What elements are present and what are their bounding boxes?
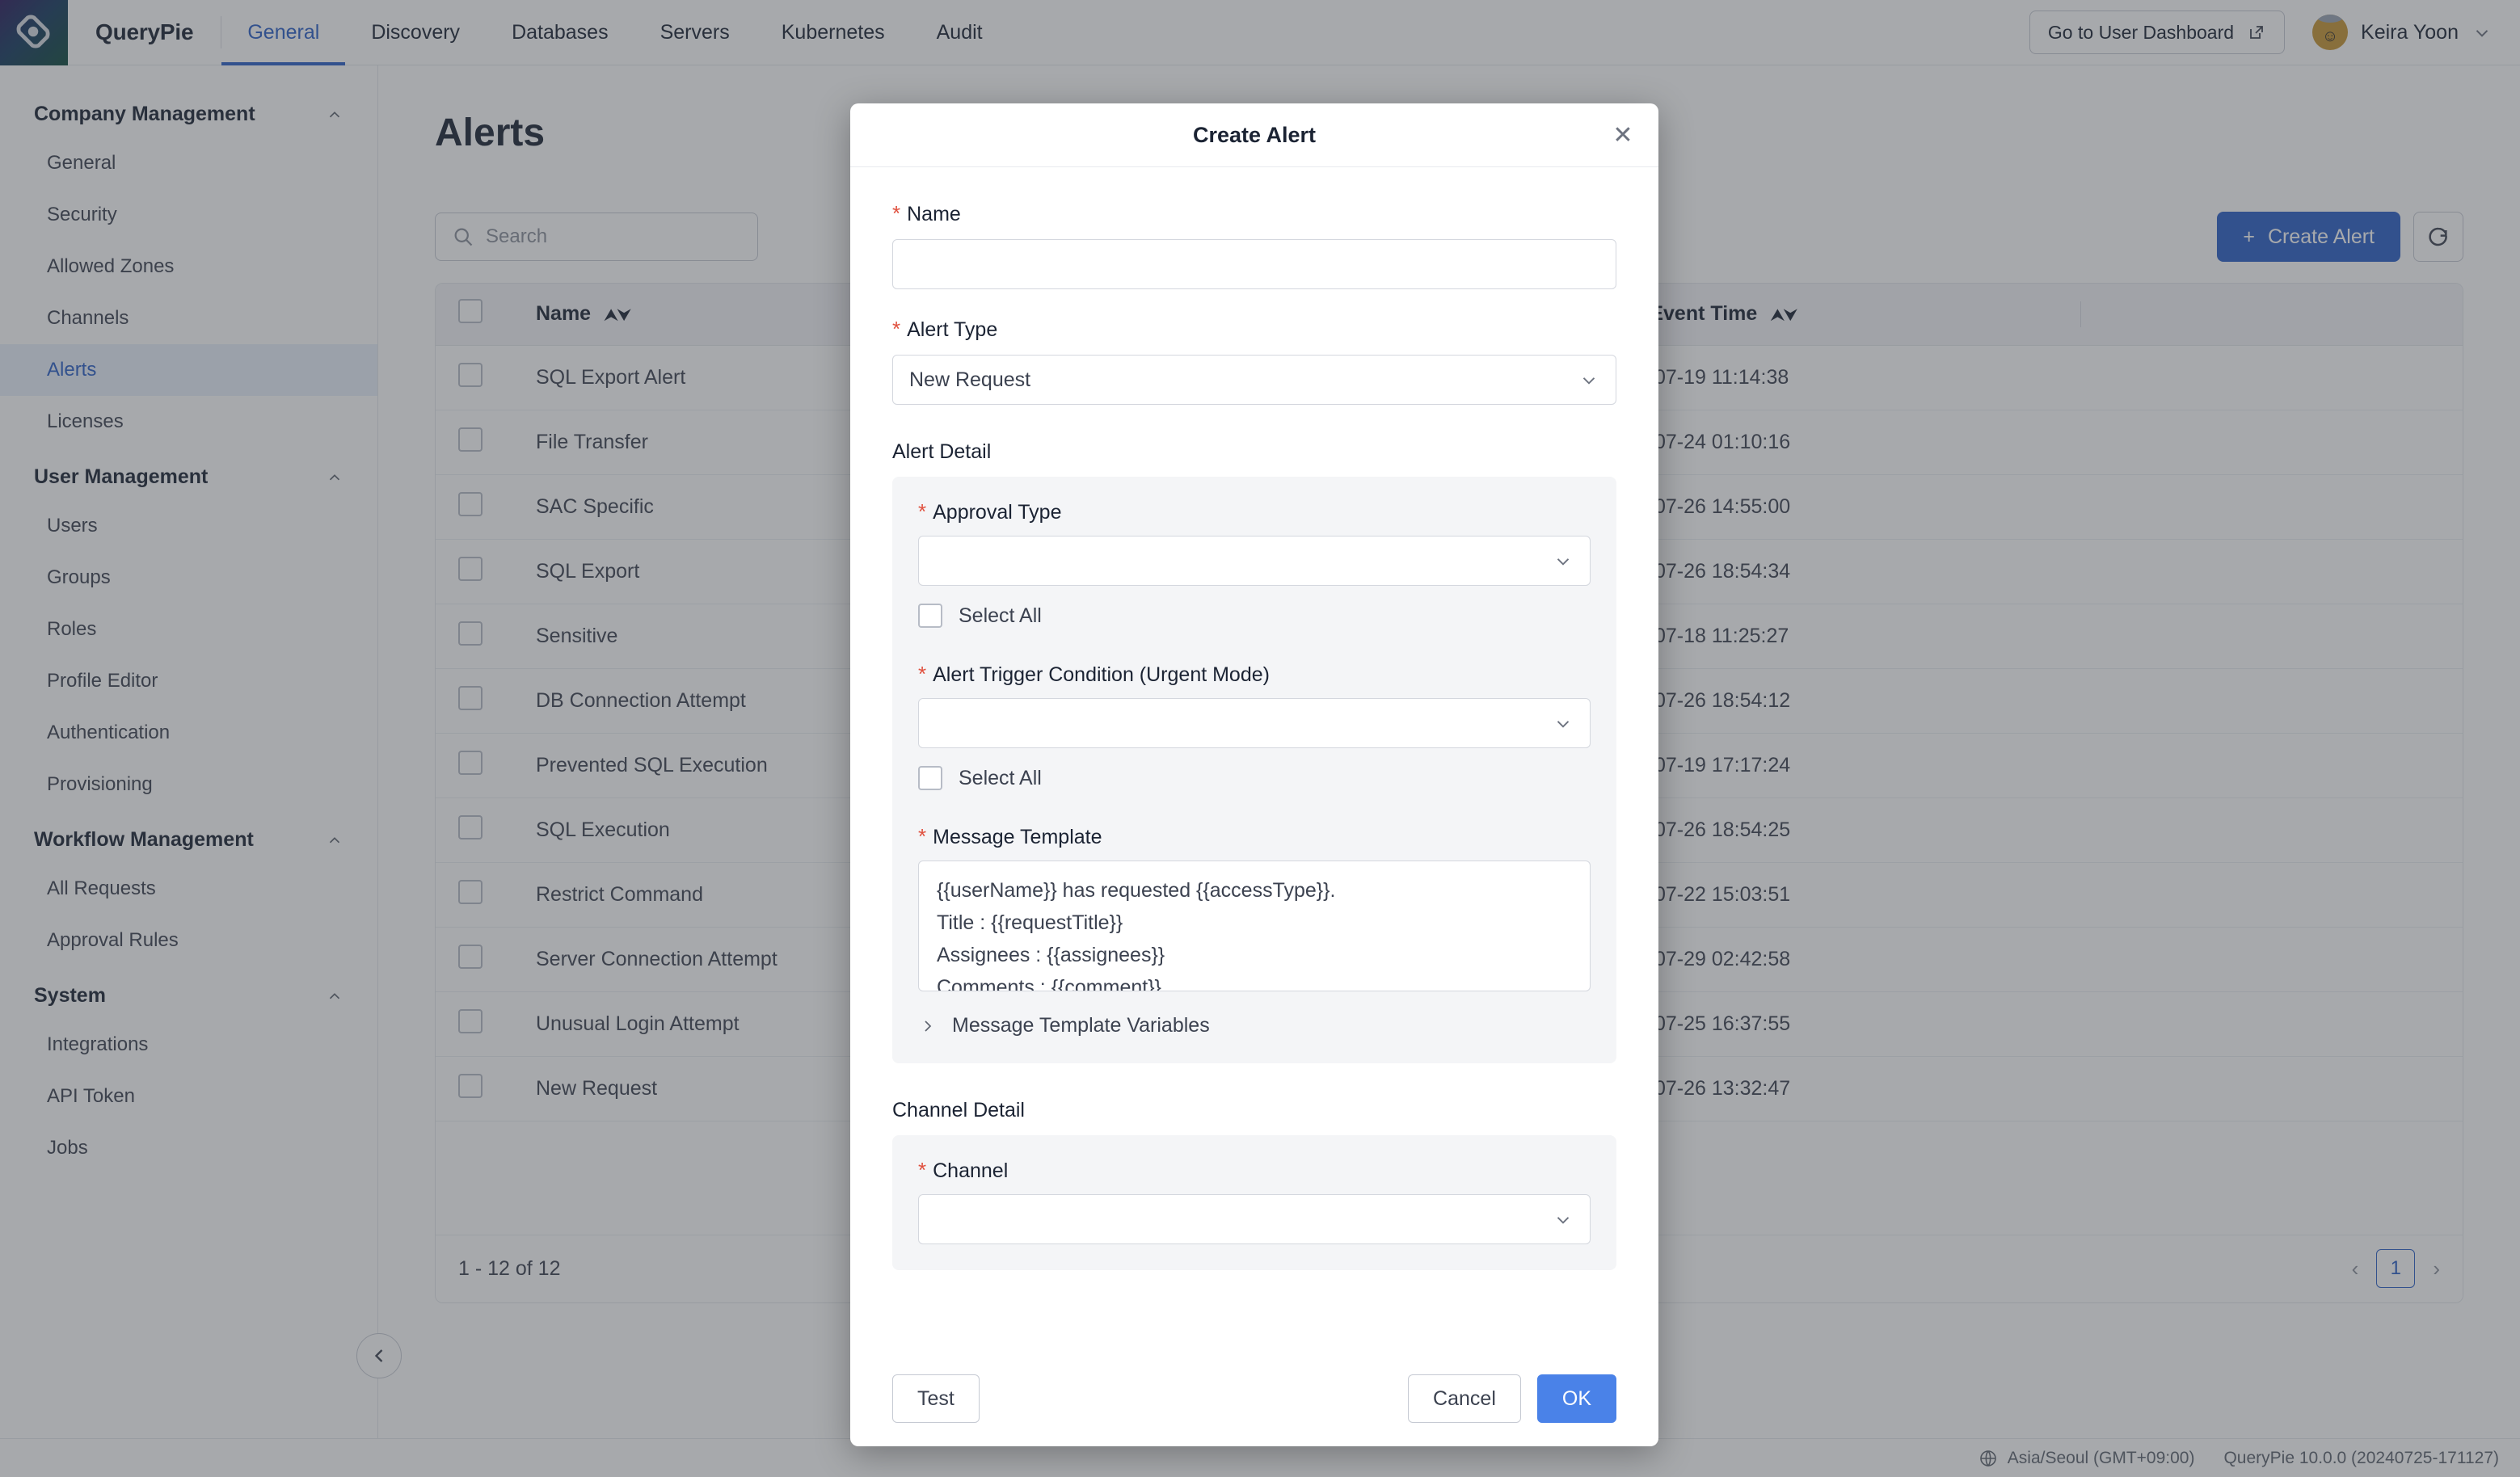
required-marker: * bbox=[918, 662, 927, 686]
required-marker: * bbox=[918, 824, 927, 848]
approval-type-select-all-checkbox[interactable] bbox=[918, 604, 942, 628]
template-line: Comments : {{comment}} bbox=[937, 976, 1161, 991]
panel-spacer bbox=[918, 628, 1591, 663]
field-label-text: Alert Trigger Condition (Urgent Mode) bbox=[933, 663, 1270, 686]
field-label-text: Approval Type bbox=[933, 501, 1062, 524]
approval-type-field-label: * Approval Type bbox=[918, 501, 1591, 524]
message-template-textarea[interactable]: {{userName}} has requested {{accessType}… bbox=[918, 861, 1591, 991]
template-line: Assignees : {{assignees}} bbox=[937, 944, 1165, 966]
select-all-label: Select All bbox=[959, 604, 1042, 627]
alert-type-field-label: * Alert Type bbox=[892, 318, 1616, 342]
footer-right-actions: Cancel OK bbox=[1408, 1374, 1616, 1423]
dialog-body: * Name * Alert Type New Request Alert De… bbox=[850, 167, 1658, 1351]
alert-detail-panel: * Approval Type Select All * Alert Trigg… bbox=[892, 477, 1616, 1063]
template-line: {{userName}} has requested {{accessType}… bbox=[937, 879, 1336, 902]
chevron-down-icon bbox=[1557, 721, 1570, 728]
chevron-down-icon bbox=[1557, 1217, 1570, 1224]
required-marker: * bbox=[918, 499, 927, 524]
message-template-field-label: * Message Template bbox=[918, 826, 1591, 849]
alert-type-value: New Request bbox=[909, 368, 1031, 391]
name-input[interactable] bbox=[892, 239, 1616, 289]
trigger-condition-select-all-row[interactable]: Select All bbox=[918, 766, 1591, 790]
test-button[interactable]: Test bbox=[892, 1374, 980, 1423]
approval-type-select[interactable] bbox=[918, 536, 1591, 586]
required-marker: * bbox=[892, 201, 901, 225]
required-marker: * bbox=[892, 317, 901, 341]
required-marker: * bbox=[918, 1158, 927, 1182]
screen: QueryPie General Discovery Databases Ser… bbox=[0, 0, 2520, 1477]
panel-spacer bbox=[918, 790, 1591, 826]
trigger-condition-select[interactable] bbox=[918, 698, 1591, 748]
template-line: Title : {{requestTitle}} bbox=[937, 911, 1123, 934]
trigger-condition-field-label: * Alert Trigger Condition (Urgent Mode) bbox=[918, 663, 1591, 687]
channel-field-label: * Channel bbox=[918, 1159, 1591, 1183]
cancel-button[interactable]: Cancel bbox=[1408, 1374, 1521, 1423]
field-label-text: Channel bbox=[933, 1159, 1009, 1182]
approval-type-select-all-row[interactable]: Select All bbox=[918, 604, 1591, 628]
alert-detail-section-title: Alert Detail bbox=[892, 440, 992, 463]
chevron-down-icon bbox=[1582, 377, 1595, 385]
chevron-down-icon bbox=[1557, 558, 1570, 566]
field-label-text: Message Template bbox=[933, 826, 1102, 848]
variables-toggle-label: Message Template Variables bbox=[952, 1014, 1210, 1037]
channel-detail-section-title: Channel Detail bbox=[892, 1099, 1025, 1121]
dialog-header: Create Alert ✕ bbox=[850, 103, 1658, 167]
select-all-label: Select All bbox=[959, 766, 1042, 789]
field-label-text: Alert Type bbox=[907, 318, 998, 341]
trigger-condition-select-all-checkbox[interactable] bbox=[918, 766, 942, 790]
message-template-variables-toggle[interactable]: Message Template Variables bbox=[918, 1014, 1591, 1037]
create-alert-dialog: Create Alert ✕ * Name * Alert Type New R… bbox=[850, 103, 1658, 1446]
ok-button[interactable]: OK bbox=[1536, 1374, 1616, 1423]
close-icon[interactable]: ✕ bbox=[1607, 119, 1639, 151]
channel-select[interactable] bbox=[918, 1194, 1591, 1244]
name-field-label: * Name bbox=[892, 203, 1616, 226]
dialog-footer: Test Cancel OK bbox=[850, 1351, 1658, 1446]
channel-detail-panel: * Channel bbox=[892, 1135, 1616, 1270]
field-label-text: Name bbox=[907, 203, 961, 225]
alert-type-select[interactable]: New Request bbox=[892, 355, 1616, 405]
chevron-right-icon bbox=[925, 1020, 932, 1032]
dialog-title: Create Alert bbox=[1192, 122, 1317, 147]
